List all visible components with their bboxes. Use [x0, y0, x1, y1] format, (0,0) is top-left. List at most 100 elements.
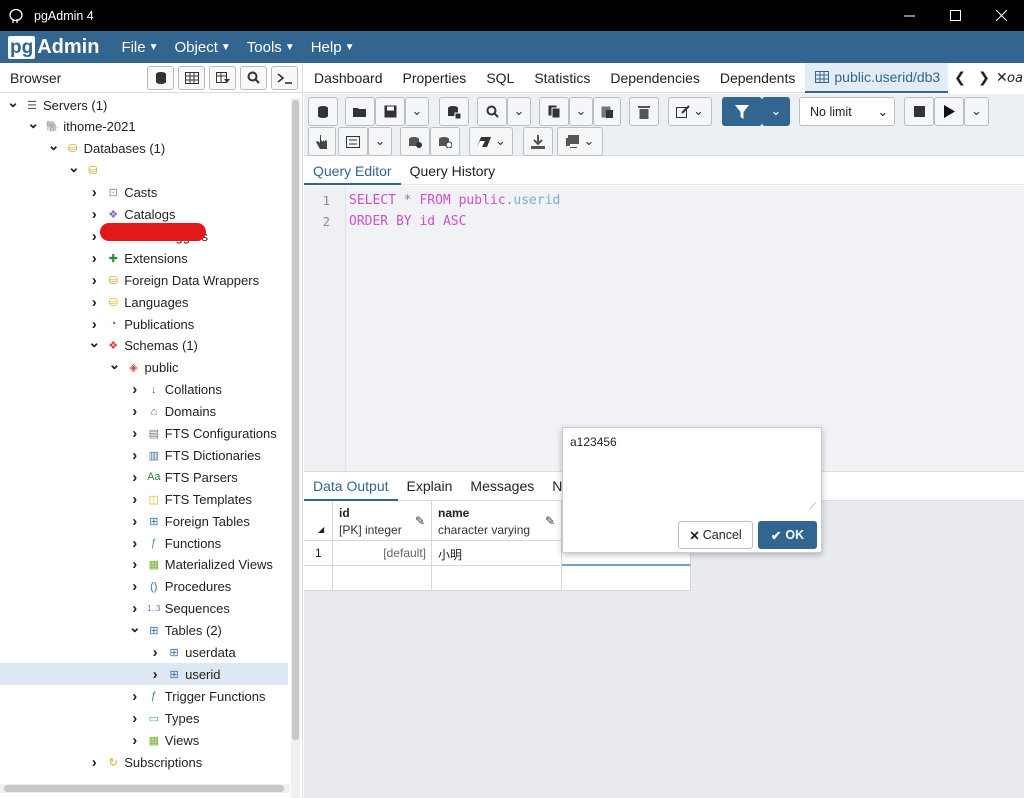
- chevron-right-icon[interactable]: ›: [128, 600, 142, 617]
- chevron-right-icon[interactable]: ›: [87, 250, 101, 267]
- edit-button[interactable]: ⌄: [668, 97, 712, 126]
- close-window-button[interactable]: [978, 0, 1024, 31]
- tab-query-history[interactable]: Query History: [401, 157, 505, 185]
- row-limit-select[interactable]: No limit ⌄: [799, 97, 895, 126]
- chevron-right-icon[interactable]: ›: [128, 491, 142, 508]
- cell-value-textarea[interactable]: [567, 432, 819, 514]
- chevron-right-icon[interactable]: ›: [128, 513, 142, 530]
- chevron-left-icon[interactable]: ❮: [948, 70, 972, 86]
- query-tool-button[interactable]: [147, 65, 174, 90]
- chevron-down-icon[interactable]: ⌄: [87, 334, 101, 351]
- chevron-right-icon[interactable]: ›: [128, 710, 142, 727]
- tree-item[interactable]: › ↻ Subscriptions: [0, 751, 288, 773]
- next-tab-fragment[interactable]: oa: [1006, 71, 1024, 86]
- macros-button[interactable]: ⌄: [557, 127, 603, 156]
- scrollbar-thumb[interactable]: [4, 785, 284, 792]
- table-cell[interactable]: [432, 566, 562, 591]
- tree-item[interactable]: › ◫ FTS Templates: [0, 488, 288, 510]
- copy-options-dropdown[interactable]: ⌄: [569, 97, 593, 126]
- execute-options-dropdown[interactable]: ⌄: [964, 97, 989, 126]
- maximize-button[interactable]: [932, 0, 978, 31]
- filter-button[interactable]: [722, 97, 762, 126]
- scrollbar-thumb[interactable]: [292, 100, 299, 740]
- tree-item[interactable]: ⌄ ⊞ Tables (2): [0, 619, 288, 642]
- chevron-right-icon[interactable]: ›: [87, 272, 101, 289]
- table-cell[interactable]: 小明: [432, 541, 562, 566]
- tree-item[interactable]: › ⛁ Languages: [0, 291, 288, 313]
- chevron-right-icon[interactable]: ›: [128, 535, 142, 552]
- column-header-id[interactable]: id [PK] integer ✎: [333, 501, 432, 541]
- chevron-down-icon[interactable]: ⌄: [67, 159, 81, 176]
- minimize-button[interactable]: [886, 0, 932, 31]
- chevron-right-icon[interactable]: ›: [148, 666, 162, 683]
- chevron-right-icon[interactable]: ›: [87, 754, 101, 771]
- clear-button[interactable]: ⌄: [469, 127, 513, 156]
- tree-item[interactable]: › ▭ Types: [0, 707, 288, 729]
- tree-item[interactable]: › ⊞ userid: [0, 663, 288, 686]
- stop-button[interactable]: [904, 97, 934, 126]
- tab-query-editor[interactable]: public.userid/db3: [805, 62, 951, 93]
- menu-help[interactable]: Help ▼: [303, 39, 363, 56]
- tree-horizontal-scrollbar[interactable]: [0, 784, 290, 793]
- chevron-right-icon[interactable]: ›: [128, 688, 142, 705]
- tab-messages[interactable]: Messages: [461, 472, 543, 501]
- chevron-right-icon[interactable]: ›: [87, 294, 101, 311]
- tab-explain[interactable]: Explain: [398, 472, 462, 501]
- delete-button[interactable]: [629, 97, 659, 126]
- explain-button[interactable]: [308, 127, 336, 156]
- execute-button[interactable]: [934, 97, 964, 126]
- column-header-name[interactable]: name character varying ✎: [432, 501, 562, 541]
- rollback-button[interactable]: [430, 127, 460, 156]
- tree-item[interactable]: › ⊞ userdata: [0, 642, 288, 664]
- save-file-button[interactable]: [375, 97, 405, 126]
- chevron-right-icon[interactable]: ›: [128, 469, 142, 486]
- tree-item[interactable]: › ▤ FTS Configurations: [0, 423, 288, 445]
- tab-dependents[interactable]: Dependents: [710, 63, 806, 93]
- filter-options-dropdown[interactable]: ⌄: [762, 97, 790, 126]
- filtered-rows-button[interactable]: [209, 65, 236, 90]
- tree-item[interactable]: › ▦ Views: [0, 729, 288, 751]
- tree-item[interactable]: › ▦ Materialized Views: [0, 554, 288, 576]
- find-button[interactable]: [477, 97, 507, 126]
- tree-item[interactable]: › () Procedures: [0, 576, 288, 598]
- download-csv-button[interactable]: [523, 127, 553, 156]
- find-options-dropdown[interactable]: ⌄: [507, 97, 531, 126]
- tab-dependencies[interactable]: Dependencies: [600, 63, 710, 93]
- table-cell[interactable]: [333, 566, 432, 591]
- chevron-down-icon[interactable]: ⌄: [6, 94, 20, 111]
- tree-item[interactable]: › ▥ FTS Dictionaries: [0, 444, 288, 466]
- explain-options-dropdown[interactable]: ⌄: [368, 127, 392, 156]
- tree-item[interactable]: › ✚ Extensions: [0, 247, 288, 269]
- save-options-dropdown[interactable]: ⌄: [405, 97, 429, 126]
- chevron-right-icon[interactable]: ›: [128, 732, 142, 749]
- tree-item[interactable]: ⌄ ❖ Schemas (1): [0, 334, 288, 357]
- tab-sql[interactable]: SQL: [476, 63, 524, 93]
- chevron-right-icon[interactable]: ❯: [972, 70, 996, 86]
- tree-item[interactable]: ⌄ 🐘 ithome-2021: [0, 115, 288, 138]
- resize-grip-icon[interactable]: ⟋: [810, 502, 816, 512]
- tab-properties[interactable]: Properties: [393, 63, 477, 93]
- tree-item[interactable]: › ⊞ Foreign Tables: [0, 510, 288, 532]
- table-cell[interactable]: [562, 566, 691, 591]
- open-query-tool-button[interactable]: [308, 97, 338, 126]
- tree-item[interactable]: ⌄ ⛁: [0, 159, 288, 182]
- chevron-right-icon[interactable]: ›: [128, 447, 142, 464]
- table-cell[interactable]: [default]: [333, 541, 432, 566]
- tab-query-editor-sub[interactable]: Query Editor: [304, 157, 401, 185]
- chevron-right-icon[interactable]: ›: [87, 206, 101, 223]
- tree-item[interactable]: › ⌂ Domains: [0, 401, 288, 423]
- tab-data-output[interactable]: Data Output: [304, 472, 398, 501]
- tree-item[interactable]: › ⊡ Casts: [0, 182, 288, 204]
- ok-button[interactable]: ✔ OK: [758, 521, 817, 549]
- commit-button[interactable]: [400, 127, 430, 156]
- paste-button[interactable]: [593, 97, 621, 126]
- menu-file[interactable]: File ▼: [113, 39, 166, 56]
- chevron-right-icon[interactable]: ›: [128, 403, 142, 420]
- tree-item[interactable]: ⌄ ☰ Servers (1): [0, 94, 288, 116]
- view-data-button[interactable]: [178, 65, 205, 90]
- tree-item[interactable]: › ⛁ Foreign Data Wrappers: [0, 269, 288, 291]
- chevron-down-icon[interactable]: ⌄: [26, 115, 40, 132]
- chevron-down-icon[interactable]: ⌄: [108, 356, 122, 373]
- grid-corner-cell[interactable]: ◢: [304, 501, 333, 541]
- open-file-button[interactable]: [345, 97, 375, 126]
